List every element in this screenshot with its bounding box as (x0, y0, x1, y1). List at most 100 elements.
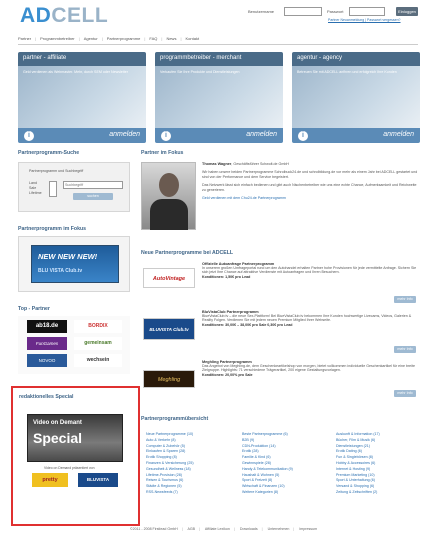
fokus-banner-line2: BLU VISTA Club.tv (38, 268, 83, 274)
panel-footer: i anmelden (155, 128, 283, 143)
partner-logo[interactable]: FunGames (27, 337, 67, 350)
more-info-button[interactable]: mehr Info (394, 346, 416, 353)
program-item: Meghling Meghling Partnerprogramm Das An… (141, 360, 418, 398)
panel-footer: i anmelden (292, 128, 420, 143)
nav-faq[interactable]: FAQ (149, 36, 157, 41)
search-title: Partnerprogramm-Suche (18, 150, 80, 156)
anmelden-button[interactable]: anmelden (383, 131, 414, 138)
panel-programmbetreiber[interactable]: programmbetreiber - merchant Verkaufen S… (155, 52, 283, 143)
partner-quote-2: Das Netzwerk lässt sich einfach bedienen… (202, 183, 417, 192)
logo-main: AD (20, 4, 52, 27)
footer-lexikon[interactable]: Affiliate Lexikon (205, 527, 230, 531)
partner-role: Geschäftsführer Schwolt.de GmbH (233, 162, 289, 166)
program-commission: Konditionen: 20,00% pro Sale (202, 372, 253, 377)
nav-kontakt[interactable]: Kontakt (186, 36, 200, 41)
overview-title: Partnerprogrammübersicht (141, 416, 209, 422)
program-commission: Konditionen: 30,00€ – 38,00€ pro Sale 0,… (202, 322, 293, 327)
partner-fokus-text: Thomas Wagner, Geschäftsführer Schwolt.d… (202, 162, 418, 201)
info-icon[interactable]: i (24, 131, 34, 141)
footer-unternehmen[interactable]: Unternehmen (268, 527, 290, 531)
photo-body (150, 199, 188, 230)
program-text: Meghling Partnerprogramm Das Angebot von… (202, 360, 418, 377)
footer: ©2011 - 2008 Firstlead GmbH | AGB | Affili… (130, 527, 318, 531)
partner-quote: Wir haben unsere beiden Partnerprogramme… (202, 170, 418, 179)
info-icon[interactable]: i (298, 131, 308, 141)
partner-fokus-title: Partner im Fokus (141, 150, 184, 156)
username-label: Benutzername (248, 9, 275, 14)
program-commission: Konditionen: 1,50€ pro Lead (202, 274, 251, 279)
main-nav: Partner | Programmbetreiber | Agentur | Par… (18, 35, 200, 41)
nav-news[interactable]: News (166, 36, 176, 41)
panel-title: agentur - agency (292, 52, 420, 66)
overview-col-3: Auskunft & Information (17) Bücher, Film … (336, 432, 420, 496)
panel-agentur[interactable]: agentur - agency Betreuen Sie mit ADCELL… (292, 52, 420, 143)
nav-partnerprogramme[interactable]: Partnerprogramme (107, 36, 141, 41)
footer-agb[interactable]: AGB (187, 527, 195, 531)
program-desc: In unserem großen Umfrageportal rund um … (202, 266, 417, 275)
panel-title: partner - affiliate (18, 52, 146, 66)
fokus-banner-line1: NEW NEW NEW! (38, 252, 98, 261)
search-label-lifetime: Lifetime (29, 191, 42, 195)
category-link[interactable]: RSS-Newsfeeds (7) (146, 490, 234, 496)
panel-text: Verkaufen Sie Ihre Produkte und Dienstle… (160, 70, 240, 74)
category-link[interactable]: Zeitung & Zeitschriften (2) (336, 490, 420, 496)
partner-name: Thomas Wagner (202, 162, 232, 166)
fokus-box: NEW NEW NEW! BLU VISTA Club.tv (18, 236, 130, 292)
program-logo[interactable]: Meghling (143, 370, 195, 388)
partner-logo[interactable]: NOVOO (27, 354, 67, 367)
partner-logo[interactable]: wechsein (74, 354, 122, 367)
search-input[interactable] (63, 181, 123, 189)
panel-text: Betreuen Sie mit ADCELL anfhren und erfo… (297, 70, 397, 74)
password-input[interactable] (349, 7, 385, 16)
program-logo[interactable]: BLUVISTA Club.tv (143, 318, 195, 340)
nav-partner[interactable]: Partner (18, 36, 31, 41)
panel-text: Geld verdienen als Webmaster. Mehr, durc… (23, 70, 128, 74)
panel-title: programmbetreiber - merchant (155, 52, 283, 66)
partner-logo[interactable]: ab18.de (27, 320, 67, 333)
partner-logo[interactable]: BORDIX (74, 320, 122, 333)
anmelden-button[interactable]: anmelden (109, 131, 140, 138)
search-button[interactable]: suchen (73, 193, 113, 200)
username-input[interactable] (284, 7, 322, 16)
overview-col-2: Beste Partnerprogramme (6) B2B (9) CDN-Pro… (242, 432, 330, 496)
partner-logo[interactable]: gemeinsam (74, 337, 122, 350)
info-icon[interactable]: i (161, 131, 171, 141)
photo-head (159, 173, 179, 197)
more-info-button[interactable]: mehr Info (394, 296, 416, 303)
program-text: Offizielle Autoanfrage Partnerprogramm I… (202, 262, 418, 279)
top-partner-title: Top - Partner (18, 306, 50, 312)
category-link[interactable]: Weitere Kategorien (8) (242, 490, 330, 496)
program-text: BluVistaClub Partnerprogramm BlueVistaCl… (202, 310, 418, 327)
panel-footer: i anmelden (18, 128, 146, 143)
program-item: AutoVintage Offizielle Autoanfrage Partn… (141, 262, 418, 304)
search-label-land: Land (29, 181, 37, 185)
overview-col-1: Neue Partnerprogramme (10) Auto & Verkehr… (146, 432, 234, 496)
nav-programmbetreiber[interactable]: Programmbetreiber (40, 36, 74, 41)
fokus-title: Partnerprogramm im Fokus (18, 226, 87, 232)
panel-body: Verkaufen Sie Ihre Produkte und Dienstle… (155, 66, 283, 128)
top-partner-box: ab18.de BORDIX FunGames gemeinsam NOVOO … (18, 316, 130, 374)
program-logo[interactable]: AutoVintage (143, 268, 195, 288)
program-item: BLUVISTA Club.tv BluVistaClub Partnerpro… (141, 310, 418, 354)
partner-link[interactable]: Geld verdienen mit dem Chu24.de Partnerp… (202, 196, 418, 200)
search-checkbox-group[interactable] (49, 181, 57, 197)
adcell-logo[interactable]: ADCELL (20, 4, 108, 28)
fokus-banner[interactable]: NEW NEW NEW! BLU VISTA Club.tv (31, 245, 119, 283)
new-programs-title: Neue Partnerprogramme bei ADCELL (141, 250, 234, 256)
footer-copyright: ©2011 - 2008 Firstlead GmbH (130, 527, 178, 531)
footer-downloads[interactable]: Downloads (240, 527, 258, 531)
search-box: Partnerprogramm und Suchbegriff Land Sal… (18, 162, 130, 212)
nav-agentur[interactable]: Agentur (84, 36, 98, 41)
more-info-button[interactable]: mehr Info (394, 390, 416, 397)
highlight-frame (11, 386, 140, 526)
login-links[interactable]: Partner Neuanmeldung | Passwort vergesse… (328, 18, 401, 22)
panel-partner[interactable]: partner - affiliate Geld verdienen als W… (18, 52, 146, 143)
footer-impressum[interactable]: Impressum (299, 527, 317, 531)
program-desc: Das Angebot von Meghling.de, dem Geschen… (202, 364, 415, 373)
panel-body: Betreuen Sie mit ADCELL anfhren und erfo… (292, 66, 420, 128)
login-button[interactable]: Einloggen (396, 7, 418, 16)
partner-photo (141, 162, 196, 230)
anmelden-button[interactable]: anmelden (246, 131, 277, 138)
search-label-sale: Sale (29, 186, 37, 190)
search-subtitle: Partnerprogramm und Suchbegriff (29, 169, 84, 173)
